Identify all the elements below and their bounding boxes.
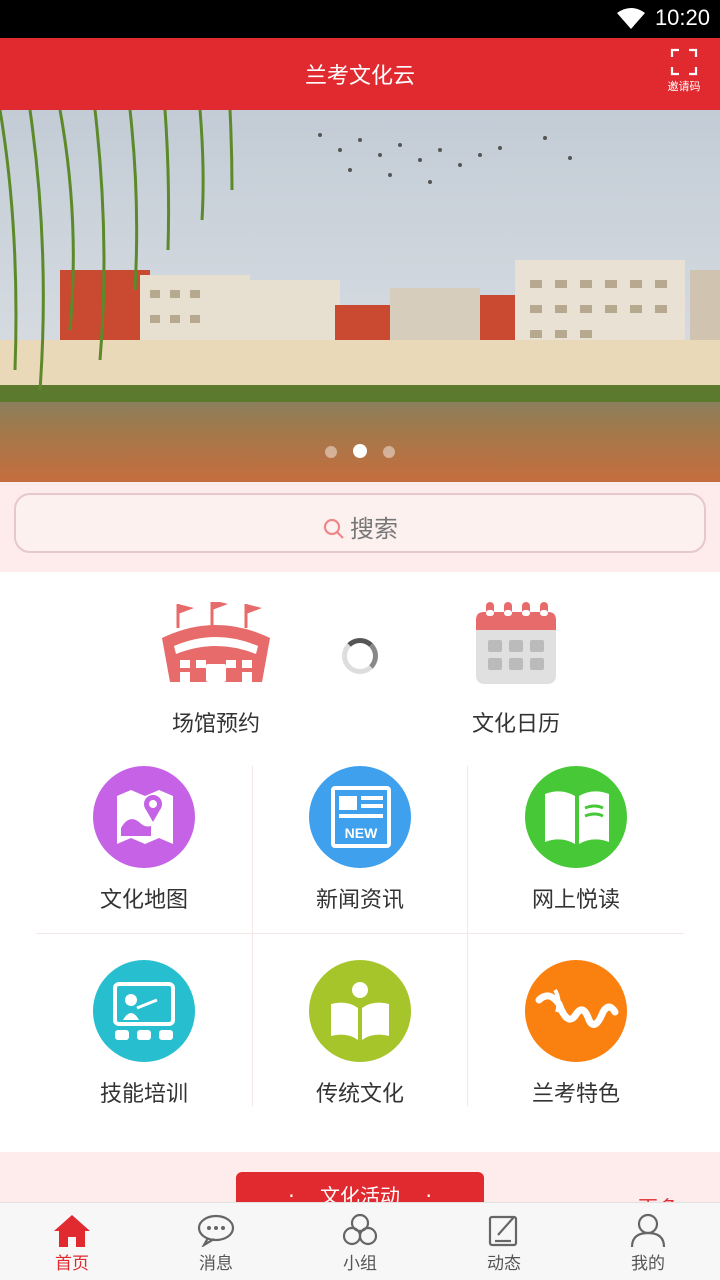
search-placeholder: 搜索 [350,515,398,543]
nav-profile[interactable]: 我的 [603,1213,693,1274]
news-icon: NEW [309,766,411,868]
nav-messages[interactable]: 消息 [171,1213,261,1274]
quick-entries: 场馆预约 文化日历 [0,572,720,740]
nav-groups[interactable]: 小组 [315,1213,405,1274]
culture-map-entry[interactable]: 文化地图 [36,740,252,934]
skill-training-entry[interactable]: 技能培训 [36,934,252,1128]
chat-icon [197,1214,235,1247]
activities-title-text: 文化活动 [320,1184,400,1202]
banner-image [0,110,720,482]
activities-title-dot-left: · [288,1184,295,1202]
edit-icon [488,1215,518,1247]
calendar-icon [476,602,556,684]
venue-booking-entry[interactable]: 场馆预约 [136,600,296,738]
news-label: 新闻资讯 [315,888,404,913]
nav-home-label: 首页 [55,1254,89,1274]
nav-messages-label: 消息 [199,1254,233,1274]
skill-training-label: 技能培训 [99,1082,188,1107]
svg-text:NEW: NEW [345,825,378,841]
search-input[interactable]: 搜索 [14,493,706,553]
home-icon [54,1215,90,1247]
calligraphy-icon [525,960,627,1062]
status-time: 10:20 [654,5,710,30]
title-bar: 兰考文化云 邀请码 [0,38,720,110]
map-icon [93,766,195,868]
carousel-dot-active[interactable] [353,444,367,458]
search-icon [323,518,344,539]
group-icon [342,1213,378,1246]
traditional-culture-entry[interactable]: 传统文化 [252,934,468,1128]
online-reading-label: 网上悦读 [531,888,620,913]
lankao-feature-label: 兰考特色 [531,1082,620,1107]
invite-code-button[interactable]: 邀请码 [662,46,706,102]
banner-carousel[interactable] [0,110,720,482]
news-entry[interactable]: NEW 新闻资讯 [252,740,468,934]
carousel-dot[interactable] [325,446,337,458]
online-reading-entry[interactable]: 网上悦读 [468,740,684,934]
traditional-culture-label: 传统文化 [315,1082,404,1107]
carousel-indicator [0,443,720,462]
nav-profile-label: 我的 [631,1254,665,1274]
wifi-icon [617,8,645,29]
activities-title-dot-right: · [425,1184,432,1202]
activities-more-link[interactable]: 更多 [638,1192,678,1202]
bottom-navigation: 首页 消息 小组 动态 我的 [0,1202,720,1280]
book-icon [525,766,627,868]
stadium-icon [162,600,270,682]
carousel-dot[interactable] [383,446,395,458]
teacher-icon [93,960,195,1062]
status-bar: 10:20 [0,0,720,38]
search-area: 搜索 [0,482,720,572]
scan-icon [670,48,698,76]
lankao-feature-entry[interactable]: 兰考特色 [468,934,684,1128]
nav-feed[interactable]: 动态 [459,1213,549,1274]
nav-groups-label: 小组 [343,1254,377,1274]
reading-icon [309,960,411,1062]
activities-title: · 文化活动 · [236,1172,484,1202]
function-grid: 文化地图 NEW 新闻资讯 网上悦读 技能培训 传统文化 兰考特色 [36,740,684,1132]
user-icon [630,1213,666,1247]
page-title: 兰考文化云 [304,64,415,89]
nav-feed-label: 动态 [487,1254,521,1274]
culture-calendar-entry[interactable]: 文化日历 [436,602,596,738]
nav-home[interactable]: 首页 [27,1213,117,1274]
activities-section: · 文化活动 · 更多 [0,1152,720,1202]
culture-map-label: 文化地图 [99,888,188,913]
culture-calendar-label: 文化日历 [471,712,560,737]
invite-code-label: 邀请码 [667,80,701,93]
venue-booking-label: 场馆预约 [171,712,260,737]
loading-spinner [342,638,378,674]
